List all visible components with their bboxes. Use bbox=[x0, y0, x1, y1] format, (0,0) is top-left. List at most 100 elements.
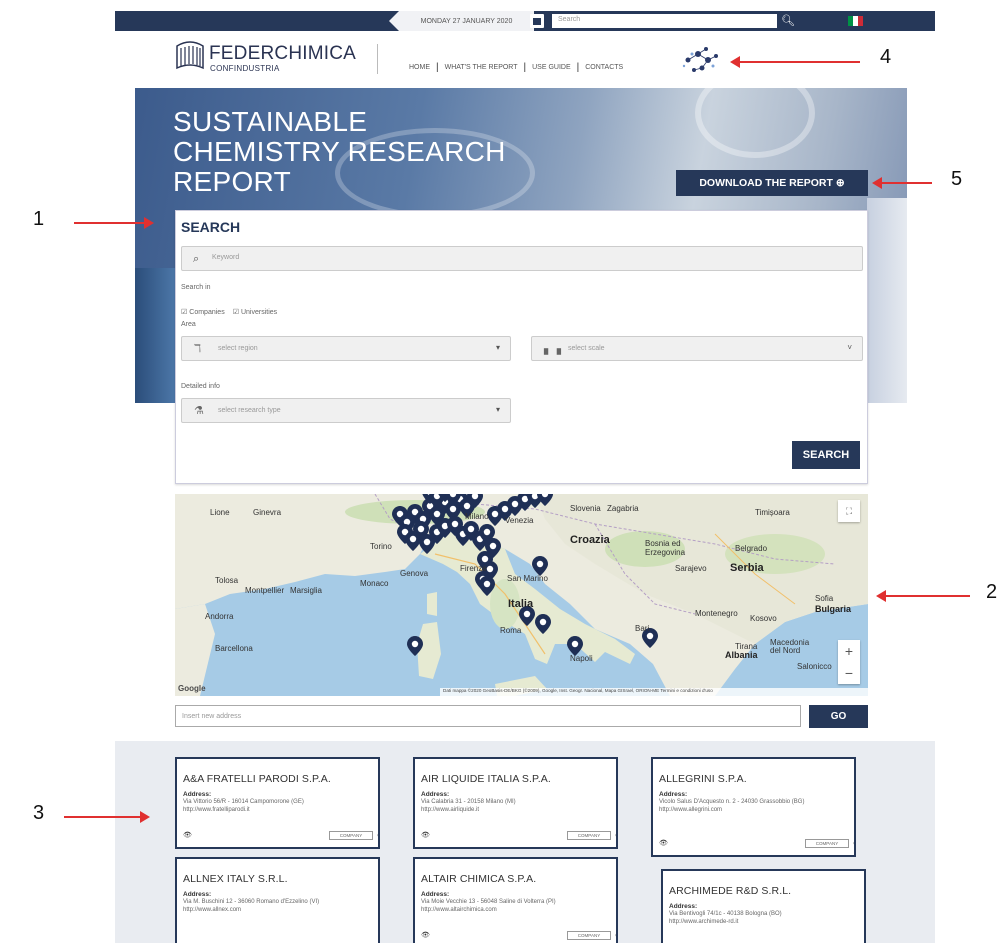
annotation-number: 4 bbox=[880, 46, 892, 68]
research-placeholder: select research type bbox=[218, 407, 281, 414]
eye-icon[interactable]: 👁︎ bbox=[183, 831, 192, 839]
company-name[interactable]: AIR LIQUIDE ITALIA S.P.A. bbox=[421, 773, 610, 785]
zoom-in-button[interactable]: + bbox=[838, 640, 860, 662]
company-name[interactable]: ALLEGRINI S.P.A. bbox=[659, 773, 848, 785]
current-date: MONDAY 27 JANUARY 2020 bbox=[389, 11, 534, 31]
company-url[interactable]: http://www.airliquide.it bbox=[421, 806, 610, 814]
building-icon: ⚉ bbox=[615, 931, 616, 940]
map-label: Marsiglia bbox=[290, 586, 323, 595]
map-label: Salonicco bbox=[797, 662, 832, 671]
map-pin-icon[interactable] bbox=[535, 614, 551, 634]
company-url[interactable]: http://www.fratelliparodi.it bbox=[183, 806, 372, 814]
results-map[interactable]: Ginevra Lione Torino Genova Milano Venez… bbox=[175, 494, 868, 696]
search-in-label: Search in bbox=[181, 284, 211, 291]
map-label: Slovenia bbox=[570, 504, 601, 513]
map-label: Torino bbox=[370, 542, 392, 551]
company-url[interactable]: http://www.allegrini.com bbox=[659, 806, 848, 814]
map-label: Tolosa bbox=[215, 576, 239, 585]
map-label: Kosovo bbox=[750, 614, 777, 623]
map-label: Sofia bbox=[815, 594, 834, 603]
result-card[interactable]: ALTAIR CHIMICA S.P.A. Address: Via Moie … bbox=[413, 857, 618, 943]
italian-flag-icon[interactable] bbox=[848, 16, 863, 26]
company-url[interactable]: http://www.altairchimica.com bbox=[421, 906, 610, 914]
result-card[interactable]: ALLNEX ITALY S.R.L. Address: Via M. Busc… bbox=[175, 857, 380, 943]
universities-checkbox[interactable]: Universities bbox=[233, 308, 277, 316]
hero-title: SUSTAINABLE CHEMISTRY RESEARCH REPORT bbox=[173, 106, 506, 197]
company-name[interactable]: A&A FRATELLI PARODI S.P.A. bbox=[183, 773, 372, 785]
result-card[interactable]: A&A FRATELLI PARODI S.P.A. Address: Via … bbox=[175, 757, 380, 849]
annotation-arrow bbox=[730, 56, 860, 68]
area-label: Area bbox=[181, 321, 196, 328]
card-footer: 👁︎ COMPANY ⚉ bbox=[421, 931, 616, 941]
result-card[interactable]: ARCHIMEDE R&D S.R.L. Address: Via Bentiv… bbox=[661, 869, 866, 943]
region-select[interactable]: ℸ select region ▾ bbox=[181, 336, 511, 361]
main-nav: HOME | WHAT'S THE REPORT | USE GUIDE | C… bbox=[405, 62, 627, 73]
eye-icon[interactable]: 👁︎ bbox=[421, 931, 430, 939]
address-input[interactable]: Insert new address bbox=[175, 705, 801, 727]
calendar-icon[interactable] bbox=[530, 14, 544, 28]
company-name[interactable]: ALLNEX ITALY S.R.L. bbox=[183, 873, 372, 885]
map-label: Ginevra bbox=[253, 508, 282, 517]
address-value: Vicolo Salus D'Acquesto n. 2 - 24030 Gra… bbox=[659, 799, 805, 805]
card-footer: 👁︎ COMPANY ⚉ bbox=[421, 831, 616, 841]
chevron-down-icon: ▾ bbox=[495, 405, 500, 414]
eye-icon[interactable]: 👁︎ bbox=[421, 831, 430, 839]
company-tag: COMPANY bbox=[805, 839, 849, 848]
molecule-icon[interactable] bbox=[680, 46, 722, 74]
map-pin-icon[interactable] bbox=[445, 494, 461, 506]
keyword-input[interactable]: ⌕ Keyword bbox=[181, 246, 863, 271]
fullscreen-button[interactable]: ⛶ bbox=[838, 500, 860, 522]
map-label: Montpellier bbox=[245, 586, 285, 595]
chevron-down-icon: ˅ bbox=[847, 343, 852, 352]
federchimica-logo[interactable]: FEDERCHIMICA CONFINDUSTRIA bbox=[175, 40, 378, 76]
annotation-arrow bbox=[872, 177, 932, 189]
map-pin-icon[interactable] bbox=[567, 636, 583, 656]
nav-contacts[interactable]: CONTACTS bbox=[581, 64, 627, 71]
map-label: Belgrado bbox=[735, 544, 768, 553]
map-label: Bosnia ed Erzegovina bbox=[645, 539, 686, 557]
keyword-placeholder: Keyword bbox=[212, 254, 240, 261]
search-button[interactable]: SEARCH bbox=[792, 441, 860, 469]
nav-whats-the-report[interactable]: WHAT'S THE REPORT bbox=[441, 64, 522, 71]
company-url[interactable]: http://www.archimede-rd.it bbox=[669, 918, 858, 926]
company-name[interactable]: ALTAIR CHIMICA S.P.A. bbox=[421, 873, 610, 885]
company-url[interactable]: http://www.allnex.com bbox=[183, 906, 372, 914]
download-report-button[interactable]: DOWNLOAD THE REPORT ⊕ bbox=[676, 170, 868, 196]
map-label: San Marino bbox=[507, 574, 548, 583]
companies-checkbox[interactable]: Companies bbox=[181, 308, 224, 316]
top-search-input[interactable]: Search bbox=[552, 14, 777, 28]
map-pin-icon[interactable] bbox=[532, 556, 548, 576]
company-name[interactable]: ARCHIMEDE R&D S.R.L. bbox=[669, 885, 858, 897]
map-pin-icon[interactable] bbox=[479, 576, 495, 596]
eye-icon[interactable]: 👁︎ bbox=[659, 839, 668, 847]
research-type-select[interactable]: ⚗ select research type ▾ bbox=[181, 398, 511, 423]
address-value: Via M. Buschini 12 - 36060 Romano d'Ezze… bbox=[183, 899, 320, 905]
hero-decoration bbox=[695, 88, 815, 158]
nav-use-guide[interactable]: USE GUIDE bbox=[528, 64, 575, 71]
detailed-info-label: Detailed info bbox=[181, 383, 220, 390]
result-card[interactable]: AIR LIQUIDE ITALIA S.P.A. Address: Via C… bbox=[413, 757, 618, 849]
map-pin-icon[interactable] bbox=[407, 636, 423, 656]
result-card[interactable]: ALLEGRINI S.P.A. Address: Vicolo Salus D… bbox=[651, 757, 856, 857]
zoom-out-button[interactable]: − bbox=[838, 662, 860, 684]
annotation-arrow bbox=[74, 217, 154, 229]
logo-subtitle: CONFINDUSTRIA bbox=[210, 64, 280, 73]
nav-separator: | bbox=[523, 62, 527, 73]
map-pin-icon[interactable] bbox=[467, 494, 483, 508]
nav-home[interactable]: HOME bbox=[405, 64, 434, 71]
map-attribution[interactable]: Dati mappa ©2020 GeoBasis-DE/BKG (©2009)… bbox=[440, 688, 868, 696]
annotation-number: 3 bbox=[33, 802, 45, 824]
google-logo: Google bbox=[178, 684, 206, 693]
map-label: Timișoara bbox=[755, 508, 790, 517]
chevron-down-icon: ▾ bbox=[495, 343, 500, 352]
scale-select[interactable]: ▖▗ select scale ˅ bbox=[531, 336, 863, 361]
map-label: Andorra bbox=[205, 612, 234, 621]
address-value: Via Calabria 31 - 20158 Milano (MI) bbox=[421, 799, 516, 805]
search-icon[interactable]: 🔍︎ bbox=[779, 12, 797, 30]
address-label: Address: bbox=[659, 791, 688, 798]
map-pin-icon[interactable] bbox=[537, 494, 553, 506]
results-section: A&A FRATELLI PARODI S.P.A. Address: Via … bbox=[115, 741, 935, 943]
go-button[interactable]: GO bbox=[809, 705, 868, 728]
map-label: Zagabria bbox=[607, 504, 639, 513]
search-title: SEARCH bbox=[181, 219, 241, 235]
